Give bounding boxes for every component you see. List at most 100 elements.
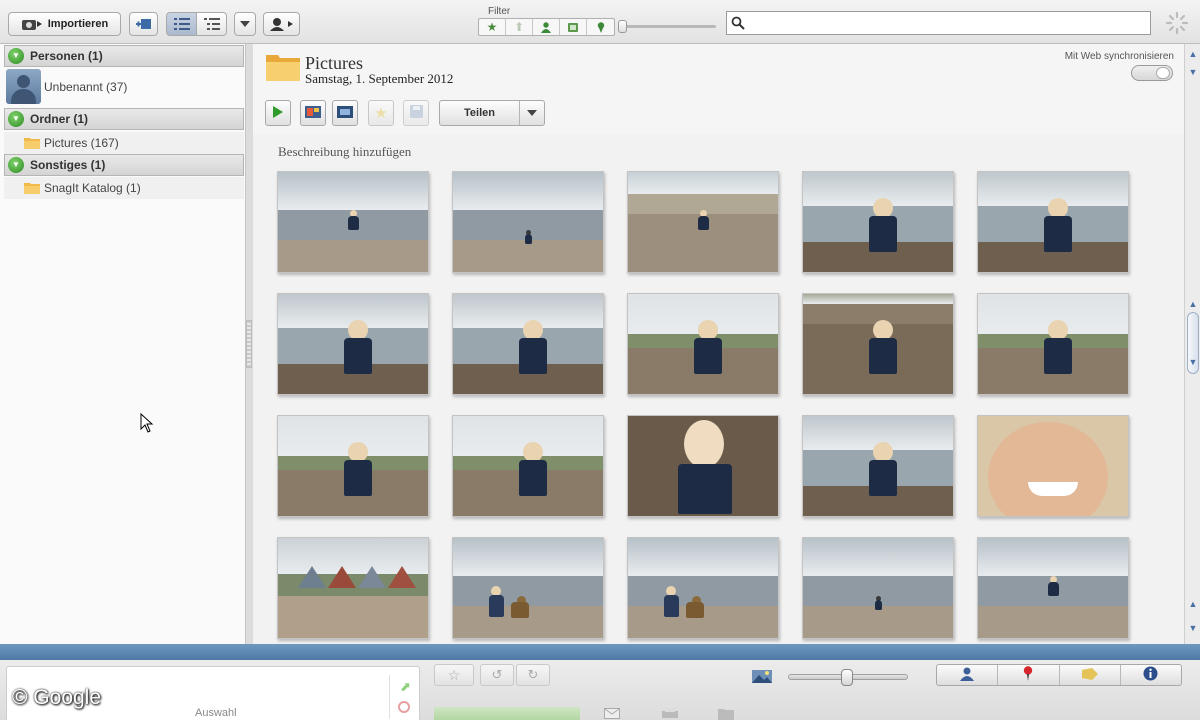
upload-button[interactable] <box>434 707 580 720</box>
photo-thumbnail[interactable] <box>977 537 1129 639</box>
add-to-album-button[interactable] <box>129 12 158 36</box>
map-pin-icon[interactable] <box>587 19 614 35</box>
save-icon <box>409 105 423 121</box>
photo-thumbnail[interactable] <box>277 171 429 273</box>
photo-thumbnail[interactable] <box>277 293 429 395</box>
add-description-field[interactable]: Beschreibung hinzufügen <box>278 144 411 160</box>
section-header-other[interactable]: ▼ Sonstiges (1) <box>4 154 244 176</box>
photo-thumbnail[interactable] <box>452 415 604 517</box>
photo-thumbnail[interactable] <box>627 537 779 639</box>
scroll-up-icon[interactable]: ▲ <box>1186 596 1200 612</box>
filter-rating-slider[interactable] <box>618 20 716 33</box>
clear-icon[interactable] <box>398 701 410 713</box>
scroll-up-icon[interactable]: ▲ <box>1186 46 1200 62</box>
photo-thumbnail[interactable] <box>977 415 1129 517</box>
search-icon <box>731 16 745 33</box>
photo-thumbnail[interactable] <box>802 415 954 517</box>
collapse-arrow-icon[interactable]: ▼ <box>8 48 24 64</box>
photo-thumbnail[interactable] <box>627 171 779 273</box>
section-label: Personen (1) <box>30 49 103 63</box>
section-header-people[interactable]: ▼ Personen (1) <box>4 45 244 67</box>
share-label: Teilen <box>440 101 520 125</box>
star-icon: ★ <box>374 105 388 122</box>
tag-icon <box>1081 667 1098 683</box>
film-icon[interactable] <box>560 19 587 35</box>
collapse-arrow-icon[interactable]: ▼ <box>8 157 24 173</box>
pin-icon[interactable]: ⬈ <box>400 679 411 695</box>
tray-side-controls: ⬈ <box>389 675 417 719</box>
movie-icon <box>337 105 353 121</box>
sidebar-item-unnamed-person[interactable]: Unbenannt (37) <box>44 80 127 94</box>
play-icon <box>272 105 284 121</box>
folder-icon <box>24 137 40 149</box>
import-button[interactable]: Importieren <box>8 12 121 36</box>
scroll-down-icon[interactable]: ▼ <box>1186 354 1200 370</box>
panel-divider[interactable] <box>0 644 1200 660</box>
view-options-dropdown[interactable] <box>234 12 256 36</box>
top-toolbar: Importieren Filter ★ ⬆ <box>0 0 1200 44</box>
search-field[interactable] <box>726 11 1151 35</box>
photo-thumbnail[interactable] <box>452 293 604 395</box>
export-icon[interactable] <box>718 707 734 720</box>
sidebar-resize-handle[interactable] <box>246 320 252 368</box>
star-button[interactable]: ☆ <box>434 664 474 686</box>
person-icon[interactable] <box>533 19 560 35</box>
slideshow-button[interactable] <box>265 100 291 126</box>
movie-button[interactable] <box>332 100 358 126</box>
share-button[interactable]: Teilen <box>439 100 545 126</box>
loading-spinner-icon <box>1165 11 1189 35</box>
scroll-down-icon[interactable]: ▼ <box>1186 620 1200 636</box>
search-input[interactable] <box>727 12 1150 34</box>
sync-toggle[interactable] <box>1131 65 1173 81</box>
favorite-button[interactable]: ★ <box>368 100 394 126</box>
photo-thumbnail[interactable] <box>977 171 1129 273</box>
chevron-down-icon[interactable] <box>520 101 544 125</box>
photo-thumbnail[interactable] <box>802 293 954 395</box>
vertical-scrollbar[interactable]: ▲ ▼ ▲ ▼ ▲ ▼ <box>1184 44 1200 644</box>
people-button[interactable] <box>937 665 999 685</box>
user-play-icon <box>269 17 295 31</box>
photo-thumbnail[interactable] <box>977 293 1129 395</box>
album-date: Samstag, 1. September 2012 <box>305 71 454 86</box>
star-icon[interactable]: ★ <box>479 19 506 35</box>
tree-view-icon <box>203 18 220 30</box>
photo-thumbnail[interactable] <box>452 537 604 639</box>
tray-label: Auswahl <box>195 707 237 719</box>
arrow-up-icon[interactable]: ⬆ <box>506 19 533 35</box>
account-button[interactable] <box>263 12 300 36</box>
camera-icon <box>21 17 43 31</box>
photo-thumbnail[interactable] <box>802 537 954 639</box>
rotate-left-button[interactable]: ↺ <box>480 664 514 686</box>
sidebar-item-snagit-catalog[interactable]: SnagIt Katalog (1) <box>4 177 244 199</box>
section-header-folders[interactable]: ▼ Pictures (167) Ordner (1) <box>4 108 244 130</box>
tree-view-button[interactable] <box>196 12 227 36</box>
rotate-left-icon: ↺ <box>491 667 503 682</box>
photo-thumbnail[interactable] <box>277 537 429 639</box>
image-size-icon <box>752 668 774 687</box>
places-button[interactable] <box>998 665 1060 685</box>
person-icon <box>960 667 975 684</box>
collapse-arrow-icon[interactable]: ▼ <box>8 111 24 127</box>
print-icon[interactable] <box>662 708 678 720</box>
thumbnail-size-slider[interactable] <box>788 669 908 686</box>
slider-knob[interactable] <box>841 669 853 686</box>
photo-thumbnail[interactable] <box>627 415 779 517</box>
photo-thumbnail[interactable] <box>802 171 954 273</box>
add-album-icon <box>135 17 153 31</box>
scroll-down-icon[interactable]: ▼ <box>1186 64 1200 80</box>
sidebar-item-pictures[interactable]: Pictures (167) <box>4 132 244 154</box>
email-icon[interactable] <box>604 708 620 720</box>
photo-thumbnail[interactable] <box>627 293 779 395</box>
collage-button[interactable] <box>300 100 326 126</box>
photo-thumbnail[interactable] <box>452 171 604 273</box>
album-header: Pictures Samstag, 1. September 2012 Mit … <box>253 44 1184 134</box>
filter-buttons: ★ ⬆ <box>478 18 615 36</box>
scroll-up-icon[interactable]: ▲ <box>1186 296 1200 312</box>
photo-thumbnail[interactable] <box>277 415 429 517</box>
save-button[interactable] <box>403 100 429 126</box>
tags-button[interactable] <box>1060 665 1121 685</box>
slider-knob[interactable] <box>618 20 627 33</box>
rotate-right-button[interactable]: ↻ <box>516 664 550 686</box>
grid-view-button[interactable] <box>166 12 197 36</box>
info-button[interactable] <box>1121 665 1181 685</box>
